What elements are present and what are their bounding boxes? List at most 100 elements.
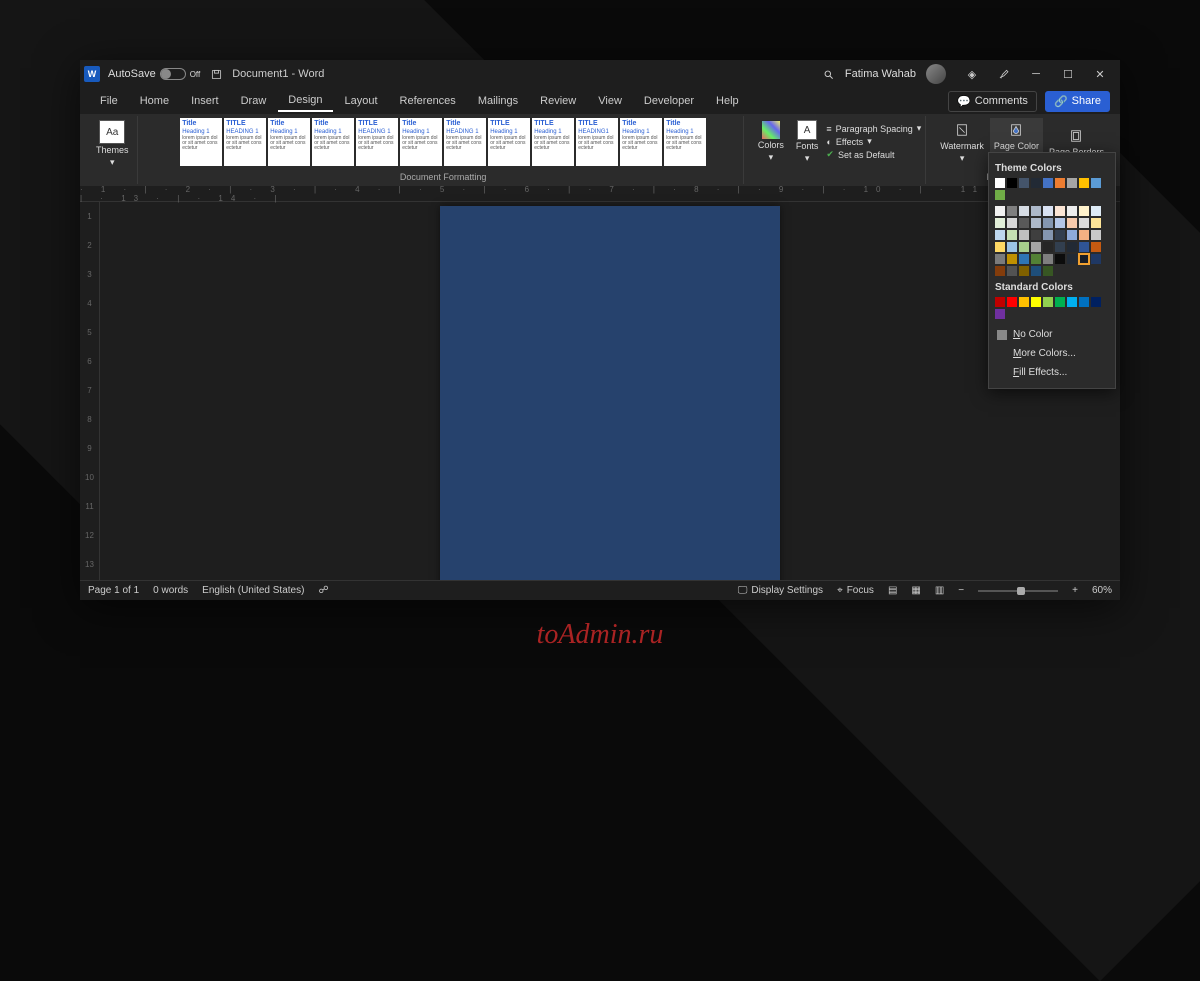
color-swatch[interactable] [1007,297,1017,307]
brush-icon[interactable] [988,60,1020,88]
more-colors-button[interactable]: More Colors... [995,344,1109,363]
color-swatch[interactable] [1067,230,1077,240]
web-layout-icon[interactable]: ▥ [935,585,944,596]
color-swatch[interactable] [1067,254,1077,264]
tab-mailings[interactable]: Mailings [468,91,528,111]
color-swatch[interactable] [1031,242,1041,252]
style-gallery-item[interactable]: TITLEHEADING 1lorem ipsum dolor sit amet… [356,118,398,166]
vertical-ruler[interactable]: 1234567891011121314151617181920 [80,202,100,580]
style-gallery-item[interactable]: TitleHeading 1lorem ipsum dolor sit amet… [312,118,354,166]
color-swatch[interactable] [1091,206,1101,216]
color-swatch[interactable] [1067,206,1077,216]
color-swatch[interactable] [1031,206,1041,216]
status-page[interactable]: Page 1 of 1 [88,585,139,596]
tab-review[interactable]: Review [530,91,586,111]
color-swatch[interactable] [995,266,1005,276]
color-swatch[interactable] [1091,218,1101,228]
save-icon[interactable] [208,66,224,82]
color-swatch[interactable] [1007,218,1017,228]
style-gallery[interactable]: TitleHeading 1lorem ipsum dolor sit amet… [180,118,706,166]
color-swatch[interactable] [1055,230,1065,240]
maximize-button[interactable]: ☐ [1052,60,1084,88]
tab-developer[interactable]: Developer [634,91,704,111]
read-mode-icon[interactable]: ▤ [888,585,897,596]
zoom-slider[interactable] [978,590,1058,592]
style-gallery-item[interactable]: TITLEHEADING1lorem ipsum dolor sit amet … [576,118,618,166]
color-swatch[interactable] [1019,242,1029,252]
tab-insert[interactable]: Insert [181,91,229,111]
color-swatch[interactable] [995,297,1005,307]
autosave-toggle[interactable]: AutoSave Off [108,68,200,80]
color-swatch[interactable] [1043,266,1053,276]
zoom-out-button[interactable]: − [958,585,964,596]
share-button[interactable]: 🔗 Share [1045,91,1110,112]
diamond-icon[interactable]: ◈ [956,60,988,88]
color-swatch[interactable] [1043,178,1053,188]
style-gallery-item[interactable]: TitleHeading 1lorem ipsum dolor sit amet… [268,118,310,166]
paragraph-spacing-button[interactable]: ≡Paragraph Spacing ▾ [826,123,921,134]
color-swatch[interactable] [1067,178,1077,188]
effects-button[interactable]: ◐Effects ▾ [826,136,921,147]
color-swatch[interactable] [1031,254,1041,264]
color-swatch[interactable] [1055,178,1065,188]
color-swatch[interactable] [1019,266,1029,276]
status-words[interactable]: 0 words [153,585,188,596]
minimize-button[interactable]: ─ [1020,60,1052,88]
color-swatch[interactable] [1055,254,1065,264]
color-swatch[interactable] [995,242,1005,252]
style-gallery-item[interactable]: TITLEHeading 1lorem ipsum dolor sit amet… [488,118,530,166]
user-account[interactable]: Fatima Wahab [845,64,946,84]
color-swatch[interactable] [1019,178,1029,188]
status-language[interactable]: English (United States) [202,585,304,596]
zoom-in-button[interactable]: + [1072,585,1078,596]
color-swatch[interactable] [1091,242,1101,252]
color-swatch[interactable] [1079,242,1089,252]
tab-layout[interactable]: Layout [335,91,388,111]
display-settings-button[interactable]: 🖵Display Settings [738,585,823,596]
color-swatch[interactable] [995,206,1005,216]
search-icon[interactable] [813,60,845,88]
color-swatch[interactable] [995,230,1005,240]
color-swatch[interactable] [1079,178,1089,188]
color-swatch[interactable] [1031,297,1041,307]
tab-draw[interactable]: Draw [231,91,277,111]
color-swatch[interactable] [1007,178,1017,188]
document-page[interactable] [440,206,780,580]
color-swatch[interactable] [1079,206,1089,216]
fill-effects-button[interactable]: Fill Effects... [995,363,1109,382]
accessibility-icon[interactable]: ☍ [318,585,328,596]
color-swatch[interactable] [1019,230,1029,240]
color-swatch[interactable] [1007,242,1017,252]
color-swatch[interactable] [1091,178,1101,188]
style-gallery-item[interactable]: TitleHeading 1lorem ipsum dolor sit amet… [180,118,222,166]
focus-button[interactable]: ⌖Focus [837,585,874,596]
set-default-button[interactable]: ✔Set as Default [826,149,921,160]
color-swatch[interactable] [1043,230,1053,240]
color-swatch[interactable] [1007,206,1017,216]
tab-references[interactable]: References [390,91,466,111]
horizontal-ruler[interactable]: · 1 · | · 2 · | · 3 · | · 4 · | · 5 · | … [80,186,1120,202]
zoom-value[interactable]: 60% [1092,585,1112,596]
fonts-button[interactable]: A Fonts▾ [792,118,823,166]
color-swatch[interactable] [1043,206,1053,216]
watermark-button[interactable]: Watermark▾ [936,118,988,166]
color-swatch[interactable] [1091,254,1101,264]
color-swatch[interactable] [1079,297,1089,307]
document-canvas[interactable]: · 1 · | · 2 · | · 3 · | · 4 · | · 5 · | … [80,186,1120,580]
color-swatch[interactable] [1091,297,1101,307]
style-gallery-item[interactable]: TitleHeading 1lorem ipsum dolor sit amet… [400,118,442,166]
color-swatch[interactable] [1079,230,1089,240]
color-swatch[interactable] [1007,254,1017,264]
color-swatch[interactable] [995,309,1005,319]
tab-help[interactable]: Help [706,91,749,111]
color-swatch[interactable] [1067,218,1077,228]
color-swatch[interactable] [995,254,1005,264]
color-swatch[interactable] [1079,218,1089,228]
color-swatch[interactable] [1043,218,1053,228]
color-swatch[interactable] [1031,218,1041,228]
color-swatch[interactable] [1019,254,1029,264]
themes-button[interactable]: Aa Themes ▾ [92,118,133,170]
print-layout-icon[interactable]: ▦ [911,585,920,596]
color-swatch[interactable] [995,218,1005,228]
colors-button[interactable]: Colors▾ [754,118,788,166]
